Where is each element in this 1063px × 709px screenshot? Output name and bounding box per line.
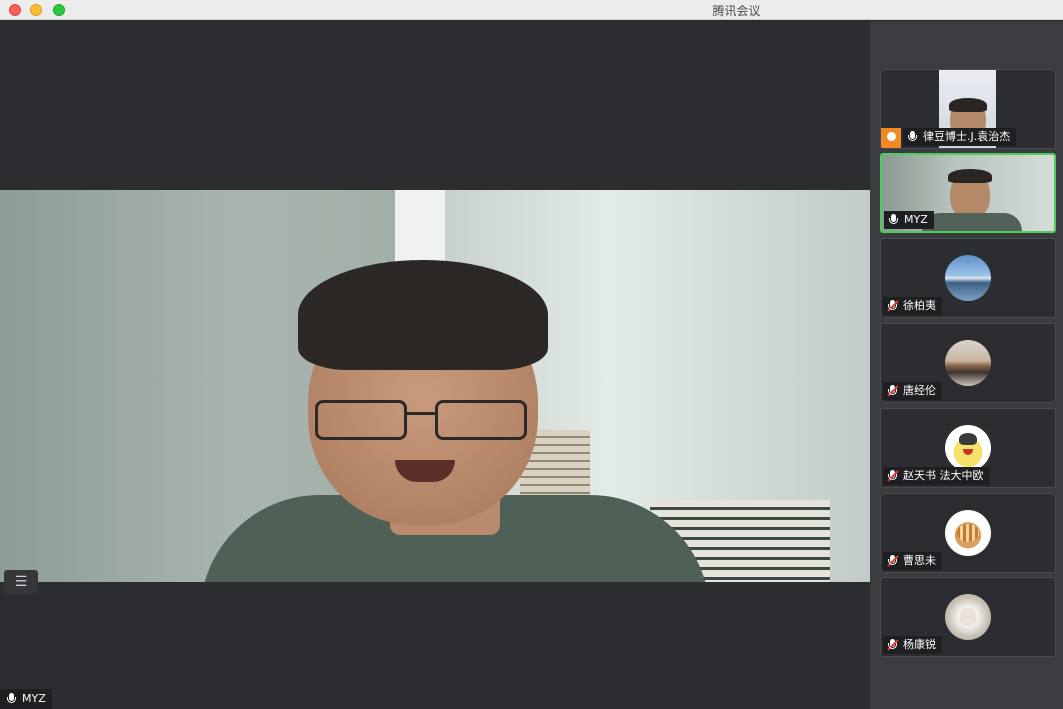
microphone-muted-icon — [887, 555, 899, 567]
participant-sidebar: 律豆博士.J.袁治杰 MYZ 徐柏夷 唐经伦 赵天书 法大中欧 曹思未 杨康锐 — [870, 21, 1063, 709]
avatar — [945, 594, 991, 640]
participant-tile[interactable]: 赵天书 法大中欧 — [880, 408, 1056, 488]
microphone-muted-icon — [887, 470, 899, 482]
participant-tile[interactable]: 唐经伦 — [880, 323, 1056, 403]
host-icon — [881, 128, 901, 148]
participant-label: 赵天书 法大中欧 — [883, 467, 990, 485]
main-video[interactable] — [0, 190, 870, 582]
avatar — [945, 255, 991, 301]
main-speaker-label: MYZ — [0, 689, 52, 709]
participant-name: MYZ — [904, 213, 928, 226]
microphone-muted-icon — [887, 639, 899, 651]
avatar — [945, 510, 991, 556]
member-list-icon[interactable]: ☰ — [4, 570, 38, 594]
participant-tile-active[interactable]: MYZ — [880, 153, 1056, 233]
avatar — [945, 425, 991, 471]
participant-name: 徐柏夷 — [903, 299, 936, 312]
microphone-muted-icon — [887, 300, 899, 312]
participant-label: 杨康锐 — [883, 636, 942, 654]
participant-tile[interactable]: 徐柏夷 — [880, 238, 1056, 318]
participant-name: 曹思未 — [903, 554, 936, 567]
participant-tile[interactable]: 杨康锐 — [880, 577, 1056, 657]
participant-tile[interactable]: 律豆博士.J.袁治杰 — [880, 69, 1056, 149]
microphone-icon — [6, 693, 16, 705]
participant-name: 杨康锐 — [903, 638, 936, 651]
main-speaker-name: MYZ — [22, 692, 46, 705]
participant-name: 唐经伦 — [903, 384, 936, 397]
participant-label: 唐经伦 — [883, 382, 942, 400]
participant-tile[interactable]: 曹思未 — [880, 493, 1056, 573]
avatar — [945, 340, 991, 386]
participant-name: 律豆博士.J.袁治杰 — [923, 130, 1011, 143]
participant-label: 曹思未 — [883, 552, 942, 570]
participant-label: 徐柏夷 — [883, 297, 942, 315]
window-titlebar: 腾讯会议 — [0, 0, 1063, 20]
participant-name: 赵天书 法大中欧 — [903, 469, 984, 482]
microphone-muted-icon — [887, 385, 899, 397]
participant-label: MYZ — [884, 211, 934, 229]
speaker-glasses — [315, 400, 530, 440]
microphone-icon — [907, 131, 917, 143]
speaker-person — [190, 260, 710, 582]
microphone-icon — [888, 214, 898, 226]
main-stage: ☰ MYZ — [0, 21, 870, 709]
participant-label: 律豆博士.J.袁治杰 — [903, 128, 1017, 146]
window-title: 腾讯会议 — [712, 4, 761, 18]
